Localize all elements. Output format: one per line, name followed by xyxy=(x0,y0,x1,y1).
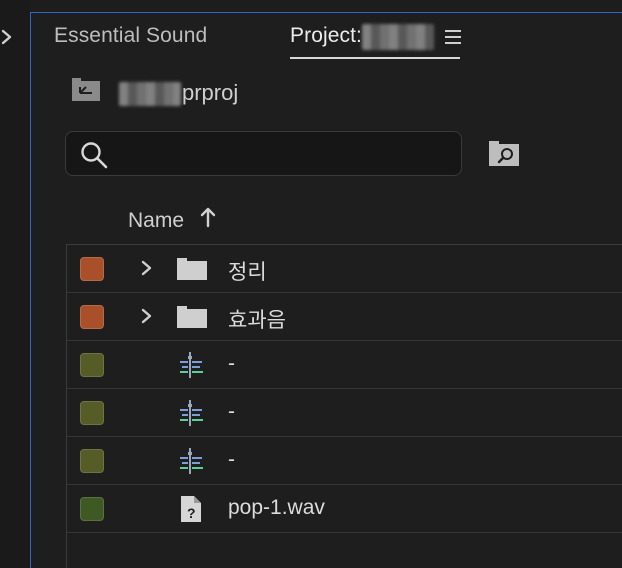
active-tab-indicator xyxy=(290,57,460,59)
list-item[interactable]: - xyxy=(67,341,622,389)
missing-media-file-icon: ? xyxy=(181,496,201,522)
label-color-chip[interactable] xyxy=(80,305,104,329)
item-name: pop-1.wav xyxy=(228,496,325,519)
list-item[interactable]: ? pop-1.wav xyxy=(67,485,622,533)
search-icon xyxy=(81,142,108,169)
redacted-project-path xyxy=(119,82,181,106)
bin-folder-icon xyxy=(177,306,207,328)
sequence-icon xyxy=(180,352,203,378)
label-color-chip[interactable] xyxy=(80,401,104,425)
label-color-chip[interactable] xyxy=(80,449,104,473)
up-folder-icon[interactable] xyxy=(71,78,101,102)
item-name: 효과음 xyxy=(228,309,286,332)
redacted-project-name xyxy=(362,24,434,50)
label-color-chip[interactable] xyxy=(80,497,104,521)
chevron-right-icon[interactable] xyxy=(140,259,154,277)
tab-essential-sound[interactable]: Essential Sound xyxy=(54,24,207,48)
list-item[interactable]: - xyxy=(67,437,622,485)
item-name: 정리 xyxy=(228,261,267,284)
label-color-chip[interactable] xyxy=(80,353,104,377)
item-name: - xyxy=(228,400,235,423)
column-header-name[interactable]: Name xyxy=(128,209,184,233)
collapsed-panel-column xyxy=(0,0,30,568)
sequence-icon xyxy=(180,400,203,426)
item-name: - xyxy=(228,448,235,471)
sort-ascending-icon[interactable] xyxy=(199,206,217,228)
premiere-ui: Essential Sound Project: prproj Name 정리 … xyxy=(0,0,622,568)
bin-folder-icon xyxy=(177,258,207,280)
label-color-chip[interactable] xyxy=(80,257,104,281)
find-in-bin-icon[interactable] xyxy=(488,141,520,167)
sequence-icon xyxy=(180,448,203,474)
svg-text:?: ? xyxy=(187,505,196,521)
list-item[interactable]: 정리 xyxy=(67,245,622,293)
tab-project[interactable]: Project: xyxy=(290,24,362,48)
search-input[interactable] xyxy=(116,140,450,170)
search-field[interactable] xyxy=(65,131,462,176)
panel-menu-icon[interactable] xyxy=(445,29,461,45)
list-item[interactable]: 효과음 xyxy=(67,293,622,341)
list-item[interactable]: - xyxy=(67,389,622,437)
project-item-list: 정리 효과음 - - - ? pop-1.wav xyxy=(66,244,622,568)
item-name: - xyxy=(228,352,235,375)
project-file-extension: prproj xyxy=(182,80,239,105)
chevron-right-icon[interactable] xyxy=(140,307,154,325)
chevron-right-icon[interactable] xyxy=(0,28,14,46)
